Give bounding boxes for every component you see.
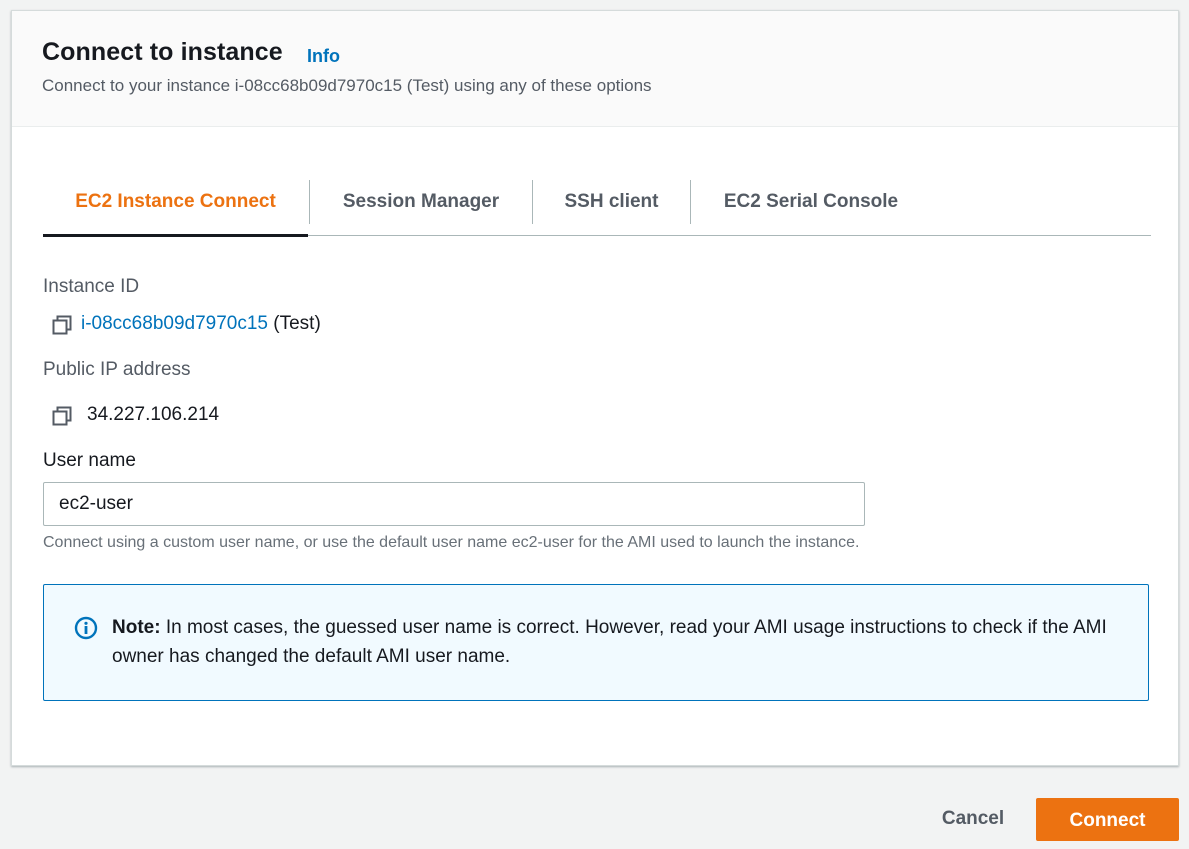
tab-session-manager[interactable]: Session Manager bbox=[310, 169, 532, 235]
page-title: Connect to instance bbox=[42, 38, 283, 66]
note-text: Note: In most cases, the guessed user na… bbox=[112, 613, 1122, 671]
tab-ec2-serial-console[interactable]: EC2 Serial Console bbox=[691, 169, 931, 235]
instance-name-suffix: (Test) bbox=[273, 313, 321, 334]
tab-ssh-client[interactable]: SSH client bbox=[533, 169, 690, 235]
note-body: In most cases, the guessed user name is … bbox=[112, 617, 1107, 667]
info-circle-icon bbox=[74, 616, 98, 640]
connect-button[interactable]: Connect bbox=[1036, 798, 1179, 841]
copy-icon[interactable] bbox=[51, 314, 73, 336]
panel-header: Connect to instance Info Connect to your… bbox=[12, 11, 1178, 127]
user-name-label: User name bbox=[43, 450, 136, 471]
info-link[interactable]: Info bbox=[307, 46, 340, 67]
tab-ec2-instance-connect[interactable]: EC2 Instance Connect bbox=[43, 169, 308, 235]
info-alert: Note: In most cases, the guessed user na… bbox=[43, 584, 1149, 701]
page-subtitle: Connect to your instance i-08cc68b09d797… bbox=[42, 76, 652, 95]
active-tab-indicator bbox=[43, 234, 308, 237]
connect-panel: Connect to instance Info Connect to your… bbox=[11, 10, 1179, 766]
public-ip-value: 34.227.106.214 bbox=[87, 404, 220, 425]
cancel-button[interactable]: Cancel bbox=[922, 797, 1024, 841]
instance-id-row: i-08cc68b09d7970c15 (Test) bbox=[81, 313, 321, 335]
copy-icon[interactable] bbox=[51, 405, 73, 427]
user-name-hint: Connect using a custom user name, or use… bbox=[43, 534, 860, 551]
user-name-input[interactable] bbox=[43, 482, 865, 526]
instance-id-link[interactable]: i-08cc68b09d7970c15 bbox=[81, 313, 268, 334]
public-ip-label: Public IP address bbox=[43, 359, 191, 380]
instance-id-label: Instance ID bbox=[43, 276, 140, 297]
note-label: Note: bbox=[112, 617, 161, 638]
connection-tabs: EC2 Instance Connect Session Manager SSH… bbox=[43, 169, 1151, 237]
